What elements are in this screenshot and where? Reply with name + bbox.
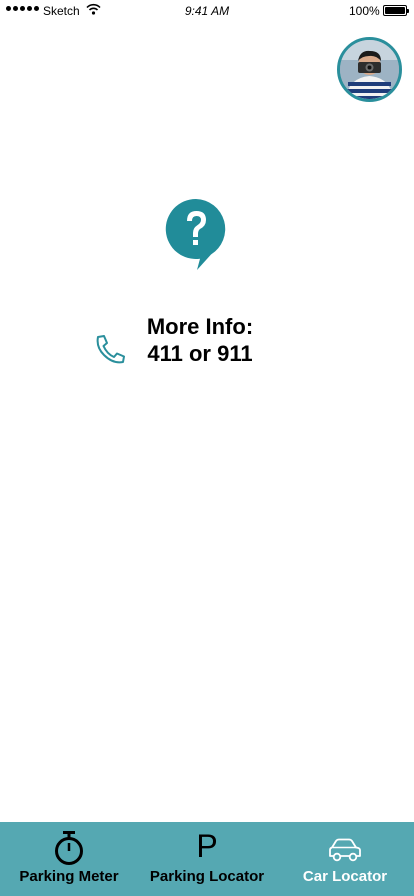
emergency-numbers: 411 or 911 [147, 341, 253, 366]
more-info-title: More Info: [146, 314, 254, 339]
tab-car-locator[interactable]: Car Locator [276, 822, 414, 896]
car-icon [329, 838, 361, 862]
battery-percentage: 100% [349, 4, 380, 18]
tab-parking-locator[interactable]: P Parking Locator [138, 822, 276, 896]
question-bubble-icon [165, 198, 226, 270]
tab-label: Parking Locator [149, 868, 265, 885]
tab-parking-meter[interactable]: Parking Meter [0, 822, 138, 896]
tab-label: Car Locator [302, 868, 388, 885]
status-bar: Sketch 9:41 AM 100% [0, 0, 414, 22]
profile-avatar[interactable] [337, 37, 402, 102]
parking-p-icon: P [196, 828, 218, 864]
stopwatch-icon [55, 831, 83, 865]
battery-icon [383, 5, 409, 16]
bottom-tab-bar: Parking Meter P Parking Locator Car Loca… [0, 822, 414, 896]
user-avatar-icon [340, 40, 399, 99]
tab-label: Parking Meter [19, 868, 119, 885]
